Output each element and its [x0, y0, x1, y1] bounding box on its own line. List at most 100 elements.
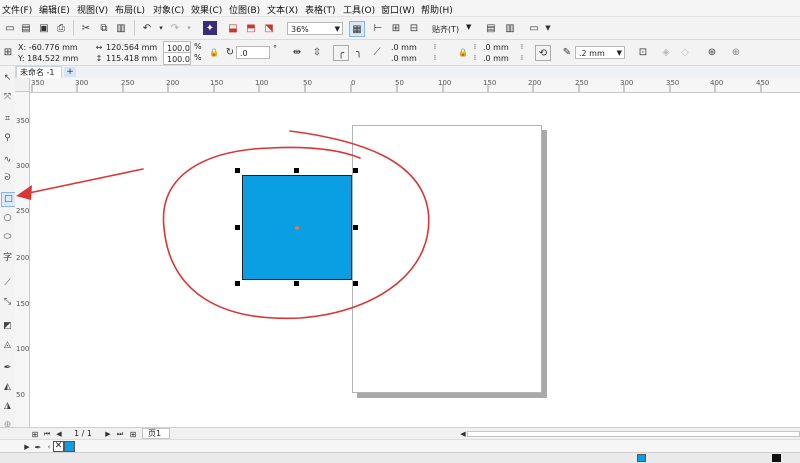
to-front-icon[interactable]: ◈	[659, 45, 673, 59]
fill-color-indicator[interactable]	[637, 454, 646, 462]
rulers-icon[interactable]: ⊢	[371, 21, 385, 35]
add-icon[interactable]: ⊕	[729, 45, 743, 59]
height-field[interactable]: 115.418 mm	[103, 52, 163, 65]
spin-icon[interactable]: ⁞	[515, 51, 529, 65]
corner-radius-bottom-left[interactable]: .0 mm	[388, 52, 424, 65]
no-color-swatch[interactable]: ✕	[53, 441, 64, 452]
to-back-icon[interactable]: ◇	[678, 45, 692, 59]
color-swatch-blue[interactable]	[64, 441, 75, 452]
vertical-ruler[interactable]: 350 300 250 200 150 100 50	[15, 92, 30, 427]
welcome-screen-icon[interactable]: ▭	[527, 21, 541, 35]
zoom-level-select[interactable]: 36% ▼	[287, 22, 343, 35]
artistic-media-tool-icon[interactable]: ᘐ	[1, 172, 14, 185]
parallel-dimension-tool-icon[interactable]: ⟋	[1, 277, 14, 290]
scallop-corner-icon[interactable]: ╮	[352, 45, 366, 59]
mirror-horizontal-icon[interactable]: ⇹	[290, 45, 304, 59]
outline-width-select[interactable]: .2 mm ▼	[575, 46, 625, 59]
shape-tool-icon[interactable]: ⤧	[1, 91, 14, 104]
redo-dropdown-icon[interactable]: ▾	[182, 21, 196, 35]
blend-tool-icon[interactable]: ◩	[1, 320, 14, 333]
horizontal-ruler[interactable]: 350 300 250 200 150 100 50 0 50 100 150 …	[30, 78, 800, 93]
transparency-tool-icon[interactable]: ◬	[1, 339, 14, 352]
menu-bitmaps[interactable]: 位图(B)	[229, 3, 260, 16]
connector-tool-icon[interactable]: ⤡	[1, 296, 14, 309]
selection-handle[interactable]	[235, 225, 240, 230]
document-page[interactable]	[352, 125, 542, 393]
paste-icon[interactable]: ▥	[114, 21, 128, 35]
lock-ratio-icon[interactable]: 🔒	[207, 45, 221, 59]
selection-handle[interactable]	[353, 281, 358, 286]
new-document-icon[interactable]: ▭	[3, 21, 17, 35]
copy-icon[interactable]: ⧉	[97, 21, 111, 35]
freehand-tool-icon[interactable]: ∿	[1, 154, 14, 167]
status-bar	[0, 452, 800, 463]
menu-view[interactable]: 视图(V)	[77, 3, 108, 16]
menu-effects[interactable]: 效果(C)	[191, 3, 222, 16]
page-tab[interactable]: 页1	[142, 428, 170, 439]
rotation-field[interactable]: .0	[236, 46, 270, 59]
ellipse-tool-icon[interactable]: ○	[1, 212, 14, 225]
selection-handle[interactable]	[294, 168, 299, 173]
round-corner-icon[interactable]: ╭	[333, 45, 349, 61]
mirror-vertical-icon[interactable]: ⇳	[310, 45, 324, 59]
guidelines-icon[interactable]: ⊟	[407, 21, 421, 35]
chevron-down-icon[interactable]: ▼	[541, 21, 555, 35]
selection-handle[interactable]	[353, 168, 358, 173]
application-launcher-icon[interactable]: ▥	[503, 21, 517, 35]
chamfer-corner-icon[interactable]: ⟋	[370, 45, 384, 59]
undo-icon[interactable]: ↶	[140, 21, 154, 35]
open-icon[interactable]: ▤	[19, 21, 33, 35]
text-tool-icon[interactable]: 字	[1, 252, 14, 265]
horizontal-scrollbar[interactable]	[467, 431, 800, 437]
menu-window[interactable]: 窗口(W)	[381, 3, 415, 16]
import-icon[interactable]: ⬓	[226, 21, 240, 35]
selection-handle[interactable]	[235, 168, 240, 173]
relative-corner-scaling-icon[interactable]: ⟲	[535, 45, 551, 61]
drawing-canvas[interactable]	[30, 93, 800, 427]
snap-to-menu[interactable]: 贴齐(T)	[432, 24, 459, 35]
document-tab[interactable]: 未命名 -1	[16, 66, 62, 78]
menu-edit[interactable]: 编辑(E)	[39, 3, 70, 16]
undo-dropdown-icon[interactable]: ▾	[154, 21, 168, 35]
smart-fill-tool-icon[interactable]: ◮	[1, 400, 14, 413]
print-icon[interactable]: ⎙	[54, 21, 68, 35]
zoom-tool-icon[interactable]: ⚲	[1, 132, 14, 145]
menu-table[interactable]: 表格(T)	[305, 3, 336, 16]
cut-icon[interactable]: ✂	[79, 21, 93, 35]
menu-help[interactable]: 帮助(H)	[421, 3, 453, 16]
y-position-field[interactable]: Y: 184.522 mm	[15, 52, 85, 65]
new-tab-icon[interactable]: +	[64, 67, 76, 77]
launcher-icon[interactable]: ✦	[203, 21, 217, 35]
options-icon[interactable]: ▤	[484, 21, 498, 35]
menu-object[interactable]: 对象(C)	[153, 3, 184, 16]
selection-handle[interactable]	[353, 225, 358, 230]
outline-color-indicator[interactable]	[772, 454, 781, 462]
menu-layout[interactable]: 布局(L)	[115, 3, 145, 16]
interactive-fill-tool-icon[interactable]: ◭	[1, 381, 14, 394]
crop-tool-icon[interactable]: ⌗	[1, 113, 14, 126]
menu-text[interactable]: 文本(X)	[267, 3, 298, 16]
scale-y-field[interactable]: 100.0	[163, 52, 191, 65]
chevron-down-icon[interactable]: ▼	[466, 23, 471, 31]
spin-icon[interactable]: ⁞	[428, 51, 442, 65]
corner-radius-bottom-right[interactable]: .0 mm	[480, 52, 516, 65]
grid-icon[interactable]: ⊞	[389, 21, 403, 35]
export-icon[interactable]: ⬒	[244, 21, 258, 35]
publish-pdf-icon[interactable]: ⬔	[262, 21, 276, 35]
pick-tool-icon[interactable]: ↖	[1, 72, 14, 85]
selection-handle[interactable]	[294, 281, 299, 286]
object-origin-icon[interactable]: ⊞	[1, 45, 15, 59]
convert-to-curves-icon[interactable]: ⊛	[705, 45, 719, 59]
eyedropper-tool-icon[interactable]: ✒	[1, 362, 14, 375]
selection-handle[interactable]	[235, 281, 240, 286]
polygon-tool-icon[interactable]: ⬭	[1, 231, 14, 244]
menu-tools[interactable]: 工具(O)	[343, 3, 375, 16]
redo-icon[interactable]: ↷	[168, 21, 182, 35]
ruler-origin[interactable]	[15, 78, 30, 92]
menu-file[interactable]: 文件(F)	[2, 3, 32, 16]
rectangle-tool-icon[interactable]: □	[1, 192, 16, 207]
save-icon[interactable]: ▣	[37, 21, 51, 35]
full-screen-icon[interactable]: ▦	[349, 21, 365, 37]
ruler-tick-label: 150	[16, 300, 30, 308]
wrap-text-icon[interactable]: ⊡	[636, 45, 650, 59]
